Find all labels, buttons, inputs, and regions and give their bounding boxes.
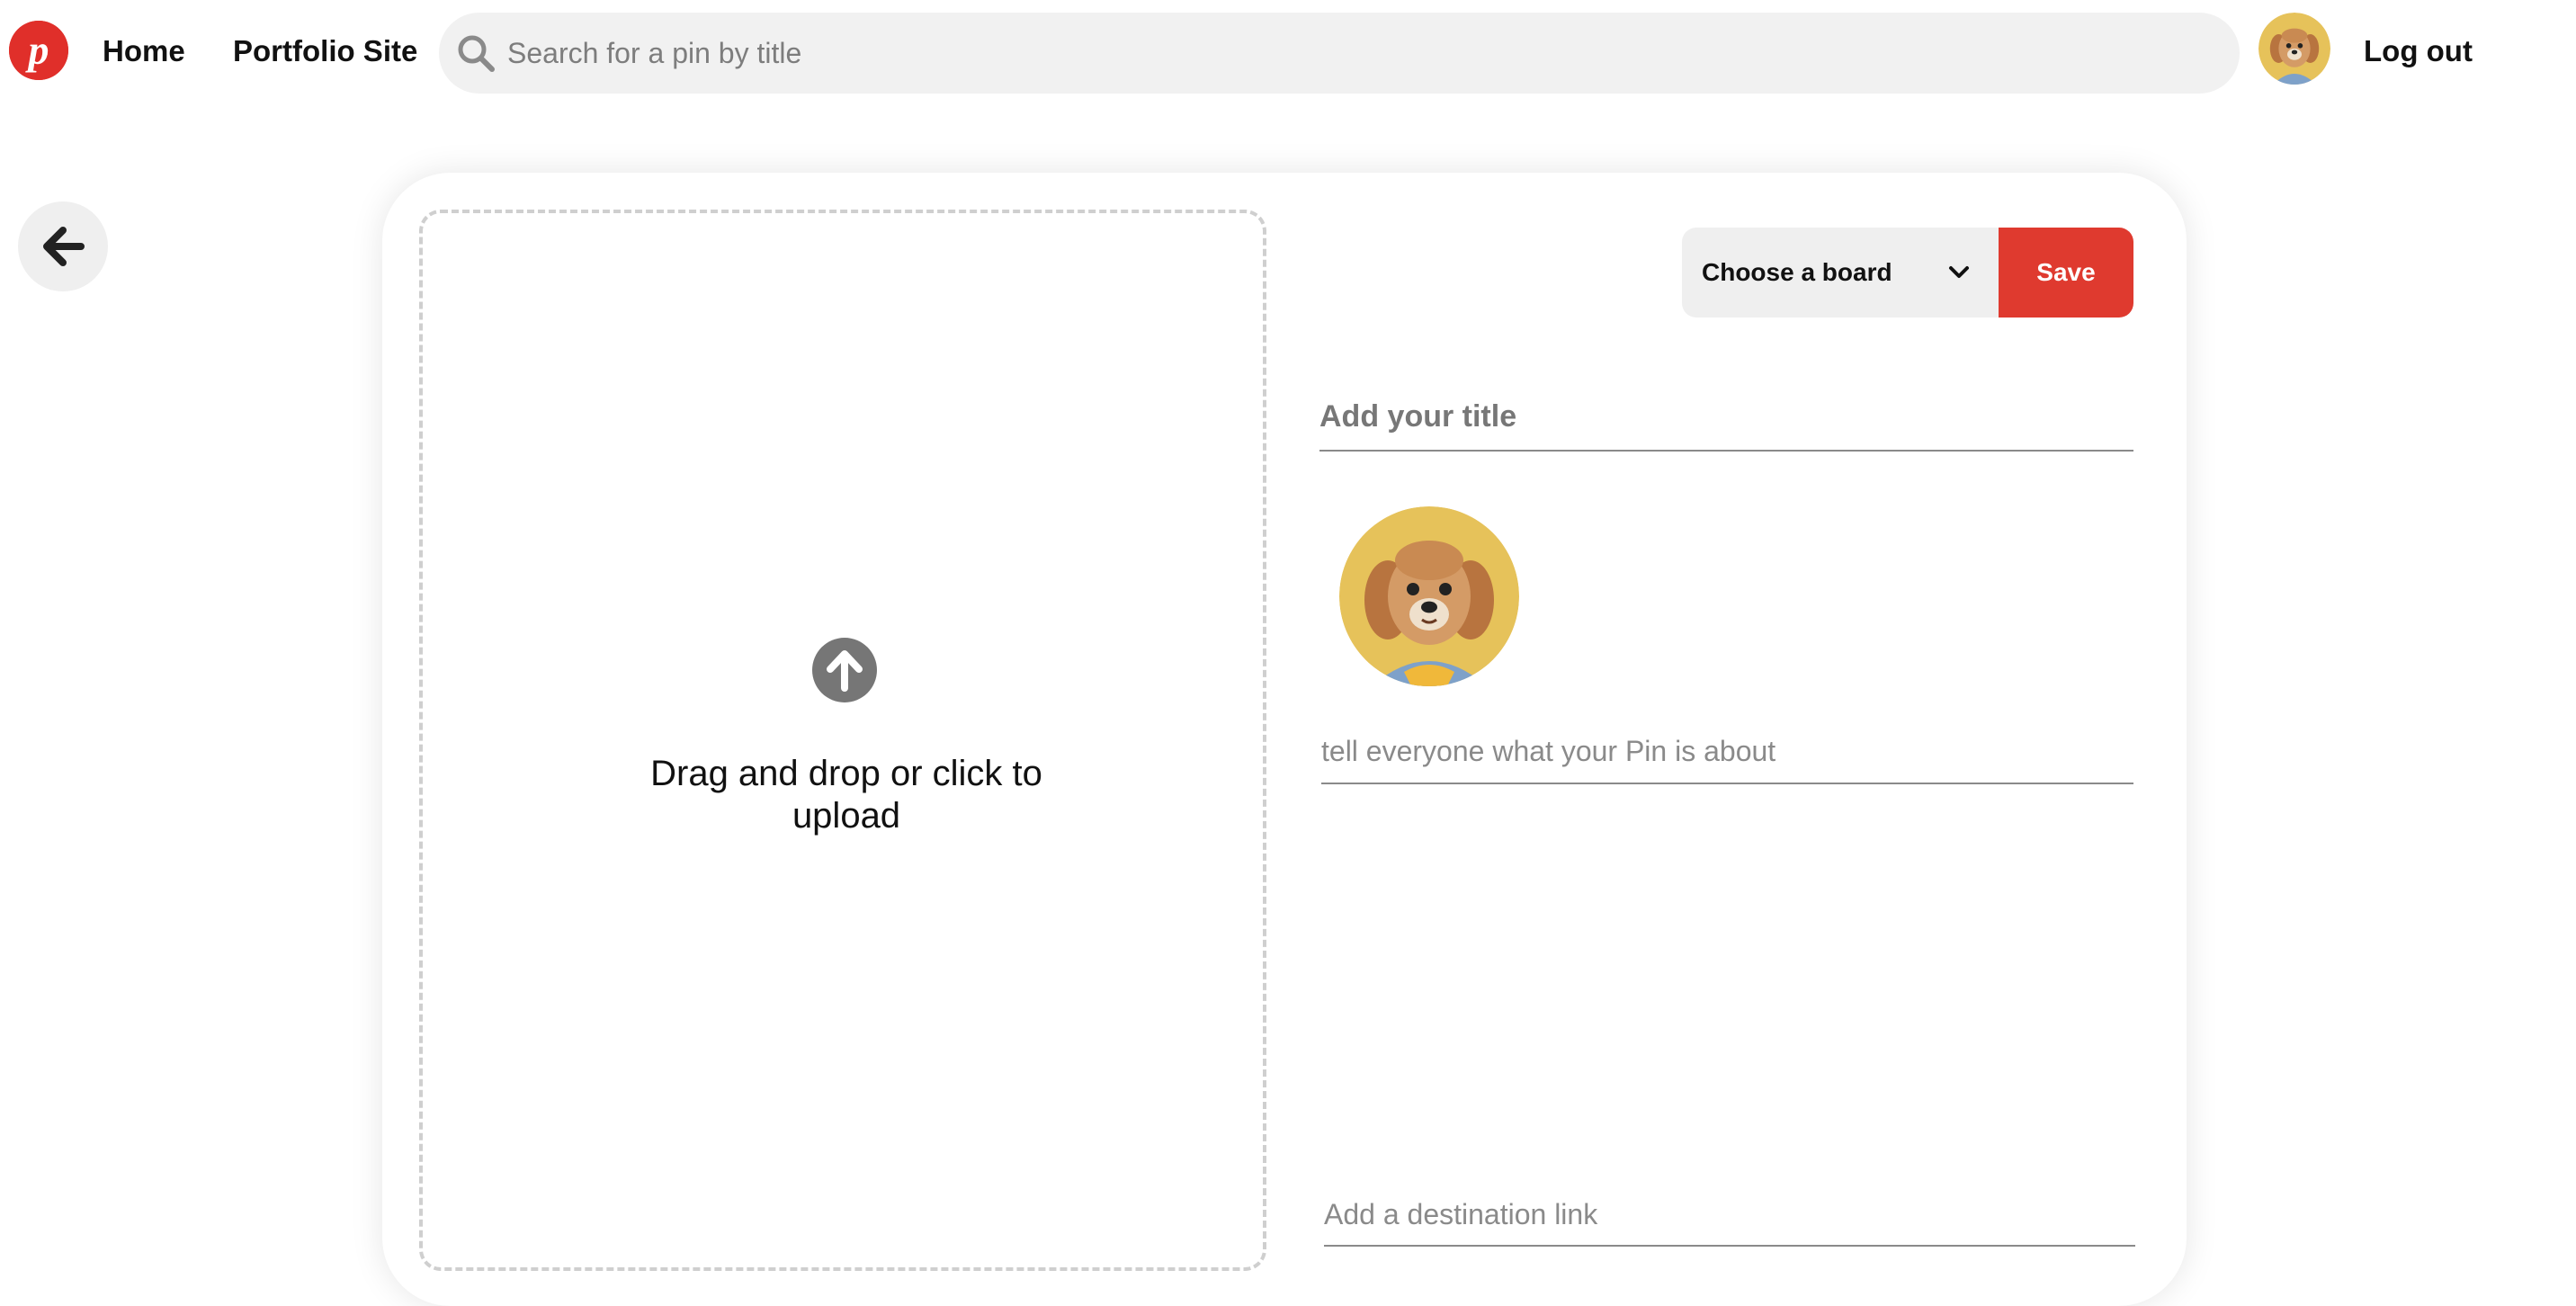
search-input[interactable] <box>507 13 2216 94</box>
pin-title-input[interactable] <box>1319 383 2133 452</box>
arrow-left-icon <box>43 227 85 266</box>
logout-link[interactable]: Log out <box>2364 34 2473 68</box>
user-avatar[interactable] <box>2258 13 2330 85</box>
search-bar[interactable] <box>439 13 2240 94</box>
pinterest-logo-icon[interactable]: p <box>9 21 68 80</box>
search-icon <box>458 35 495 72</box>
board-selected-label: Choose a board <box>1702 258 1892 286</box>
save-button[interactable]: Save <box>1999 228 2133 318</box>
arrow-up-circle-icon <box>812 638 877 702</box>
nav-home-link[interactable]: Home <box>103 34 185 68</box>
top-nav: p Home Portfolio Site Log out <box>0 0 2576 103</box>
image-upload-dropzone[interactable]: Drag and drop or click to upload <box>419 210 1266 1271</box>
pin-description-input[interactable] <box>1321 720 2133 784</box>
chevron-down-icon <box>1949 266 1969 278</box>
nav-portfolio-link[interactable]: Portfolio Site <box>233 34 417 68</box>
back-button[interactable] <box>18 201 108 291</box>
svg-text:p: p <box>25 27 49 73</box>
dog-avatar-icon <box>2258 13 2330 85</box>
upload-instruction: Drag and drop or click to upload <box>650 754 1042 836</box>
board-dropdown[interactable]: Choose a board <box>1682 228 1999 318</box>
destination-link-input[interactable] <box>1324 1184 2135 1247</box>
user-avatar-large <box>1339 506 1519 686</box>
dog-avatar-icon <box>1339 506 1519 686</box>
